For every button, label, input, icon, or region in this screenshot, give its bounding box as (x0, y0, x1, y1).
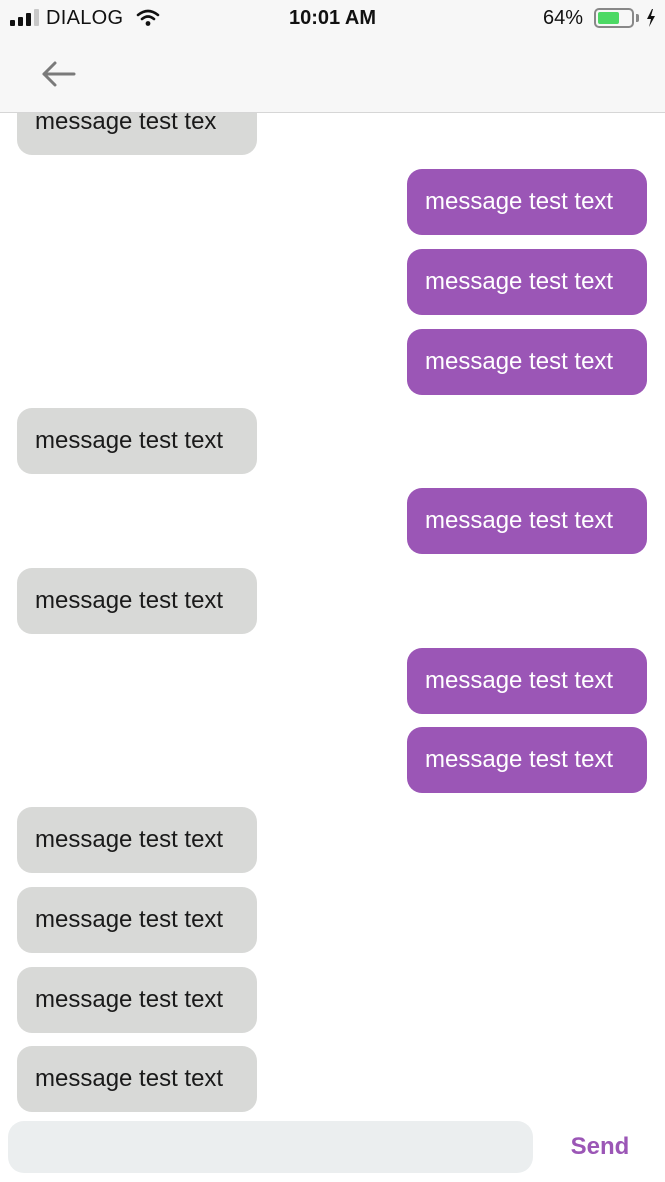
received-message: message test text (17, 967, 257, 1033)
send-button[interactable]: Send (560, 1129, 640, 1165)
sent-message: message test text (407, 488, 647, 554)
message-list[interactable]: message test tex message test text messa… (0, 0, 665, 1182)
arrow-left-icon (42, 61, 76, 87)
received-message: message test text (17, 408, 257, 474)
sent-message: message test text (407, 648, 647, 714)
sent-message: message test text (407, 169, 647, 235)
received-message: message test text (17, 1046, 257, 1112)
chat-screen: DIALOG 10:01 AM 64% message test tex mes… (0, 0, 665, 1182)
sent-message: message test text (407, 727, 647, 793)
navigation-header (0, 38, 665, 113)
message-input[interactable] (8, 1121, 533, 1173)
received-message: message test text (17, 887, 257, 953)
sent-message: message test text (407, 329, 647, 395)
back-button[interactable] (30, 54, 86, 94)
received-message: message test text (17, 807, 257, 873)
sent-message: message test text (407, 249, 647, 315)
received-message: message test text (17, 568, 257, 634)
message-composer: Send (0, 1113, 665, 1182)
